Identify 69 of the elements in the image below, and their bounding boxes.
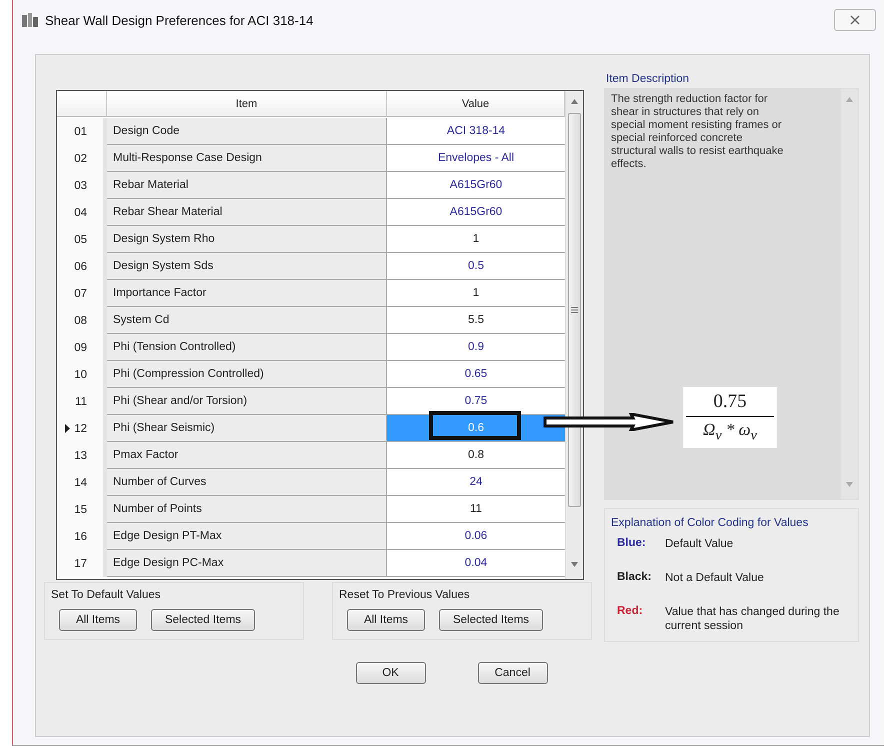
table-cell: Phi (Tension Controlled): [107, 334, 387, 361]
row-header[interactable]: 17: [57, 550, 107, 577]
table-cell: Phi (Shear Seismic): [107, 415, 387, 442]
description-text: The strength reduction factor for shear in structures that rely on special moment resisting frames or special reinforced concrete structural walls to resist earthquake effects.: [611, 93, 784, 171]
column-header[interactable]: Item: [107, 91, 387, 117]
row-header[interactable]: 15: [57, 496, 107, 523]
legend-text: Default Value: [665, 537, 734, 551]
table-cell: Design Code: [107, 118, 387, 145]
table-cell: Phi (Shear and/or Torsion): [107, 388, 387, 415]
scrollbar[interactable]: [565, 91, 583, 579]
row-header[interactable]: 01: [57, 118, 107, 145]
legend-label: Blue:: [617, 537, 647, 549]
row-header[interactable]: 10: [57, 361, 107, 388]
formula-denominator: Ω$_{v}$ * ω$_{v}$: [703, 419, 757, 444]
table-cell: System Cd: [107, 307, 387, 334]
table-cell: Design System Sds: [107, 253, 387, 280]
scroll-up-icon[interactable]: [571, 99, 578, 104]
row-header[interactable]: 04: [57, 199, 107, 226]
group-title: Set To Default Values: [51, 589, 162, 601]
table-cell: Phi (Compression Controlled): [107, 361, 387, 388]
table-cell: Pmax Factor: [107, 442, 387, 469]
app-icon: [21, 12, 39, 28]
row-header[interactable]: 03: [57, 172, 107, 199]
row-header[interactable]: 14: [57, 469, 107, 496]
row-header[interactable]: 08: [57, 307, 107, 334]
row-header[interactable]: 16: [57, 523, 107, 550]
section-title: Item Description: [606, 73, 690, 85]
scroll-down-icon[interactable]: [846, 482, 853, 487]
section-title: Explanation of Color Coding for Values: [611, 517, 810, 529]
row-header[interactable]: 07: [57, 280, 107, 307]
window-title: Shear Wall Design Preferences for ACI 318-14: [45, 12, 314, 28]
legend-label: Black:: [617, 571, 653, 583]
scroll-thumb[interactable]: [568, 113, 581, 507]
table-cell: Importance Factor: [107, 280, 387, 307]
action-button[interactable]: All Items: [59, 609, 137, 631]
current-row-icon: [65, 424, 70, 433]
row-header[interactable]: 05: [57, 226, 107, 253]
dialog-button[interactable]: OK: [356, 662, 426, 684]
scroll-up-icon[interactable]: [846, 97, 853, 102]
dialog-button[interactable]: Cancel: [478, 662, 548, 684]
table-cell: Number of Curves: [107, 469, 387, 496]
scroll-down-icon[interactable]: [571, 562, 578, 567]
table-cell: Rebar Shear Material: [107, 199, 387, 226]
column-header[interactable]: Value: [387, 91, 565, 117]
action-button[interactable]: Selected Items: [151, 609, 255, 631]
action-button[interactable]: All Items: [347, 609, 425, 631]
close-icon: [850, 15, 860, 25]
row-header-corner: [57, 91, 107, 117]
row-header[interactable]: 12: [57, 415, 107, 442]
grip-icon: [571, 307, 578, 313]
group-title: Reset To Previous Values: [339, 589, 471, 601]
table-cell: Design System Rho: [107, 226, 387, 253]
formula-numerator: 0.75: [686, 391, 774, 417]
row-header[interactable]: 02: [57, 145, 107, 172]
row-header[interactable]: 06: [57, 253, 107, 280]
action-button[interactable]: Selected Items: [439, 609, 543, 631]
table-cell: Edge Design PT-Max: [107, 523, 387, 550]
legend-text: Value that has changed during the current session: [665, 605, 840, 633]
table-cell: Rebar Material: [107, 172, 387, 199]
scrollbar[interactable]: [840, 89, 858, 499]
row-header[interactable]: 11: [57, 388, 107, 415]
close-button[interactable]: [834, 9, 876, 31]
table-cell: Edge Design PC-Max: [107, 550, 387, 577]
row-header[interactable]: 13: [57, 442, 107, 469]
table-cell: Multi-Response Case Design: [107, 145, 387, 172]
legend-label: Red:: [617, 605, 644, 617]
legend-text: Not a Default Value: [665, 571, 764, 585]
table-cell: Number of Points: [107, 496, 387, 523]
row-header[interactable]: 09: [57, 334, 107, 361]
